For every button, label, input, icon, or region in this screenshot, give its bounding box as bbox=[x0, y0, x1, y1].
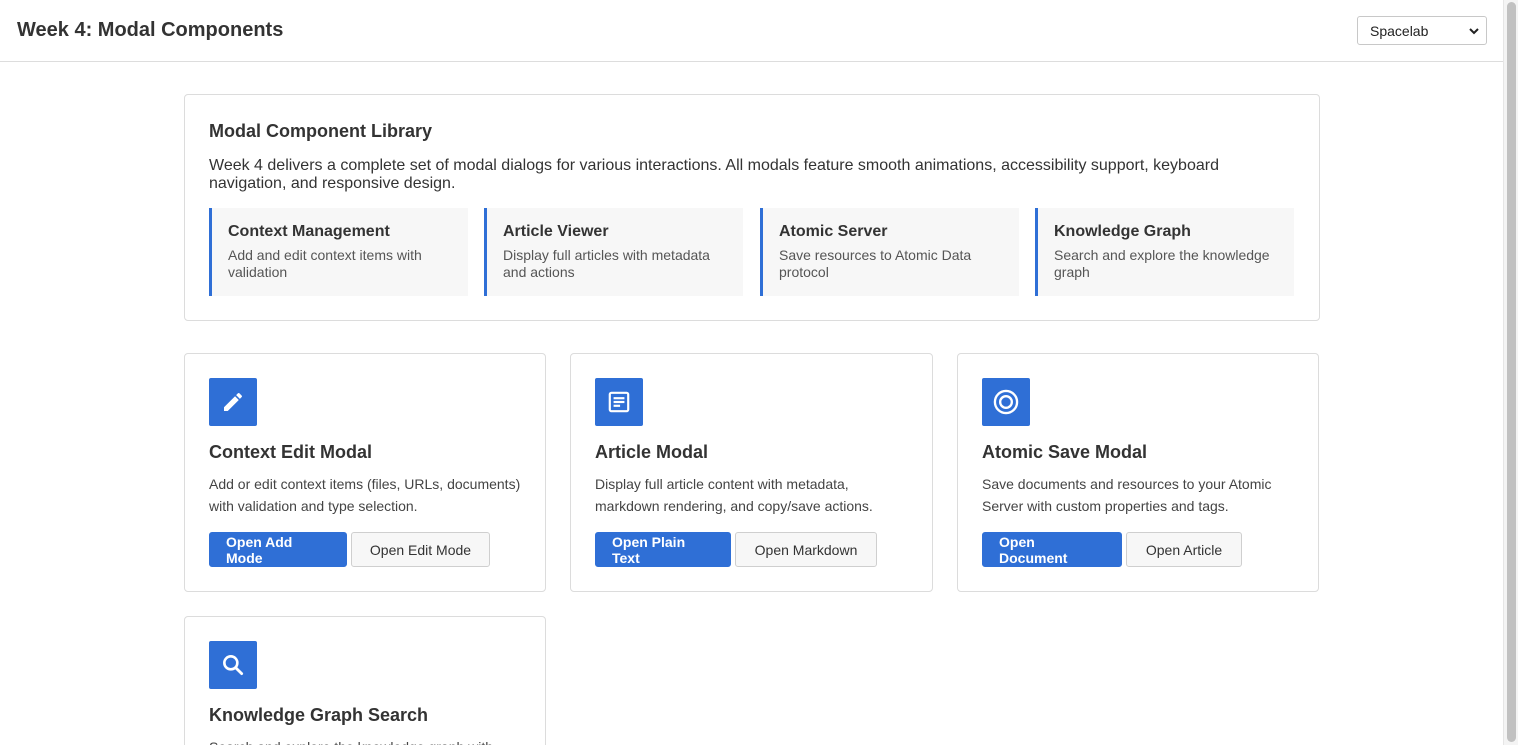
card-description: Save documents and resources to your Ato… bbox=[982, 476, 1272, 514]
feature-title: Atomic Server bbox=[779, 223, 888, 240]
card-title: Atomic Save Modal bbox=[982, 442, 1148, 462]
open-plain-text-button[interactable]: Open Plain Text bbox=[595, 532, 731, 567]
card-description: Add or edit context items (files, URLs, … bbox=[209, 476, 521, 514]
feature-article-viewer: Article Viewer Display full articles wit… bbox=[484, 208, 743, 296]
library-description: Week 4 delivers a complete set of modal … bbox=[209, 157, 1219, 192]
article-icon bbox=[595, 378, 643, 426]
open-add-mode-button[interactable]: Open Add Mode bbox=[209, 532, 347, 567]
feature-desc: Display full articles with metadata and … bbox=[503, 247, 710, 280]
card-context-edit-modal: Context Edit Modal Add or edit context i… bbox=[184, 353, 546, 592]
open-document-button[interactable]: Open Document bbox=[982, 532, 1122, 567]
feature-knowledge-graph: Knowledge Graph Search and explore the k… bbox=[1035, 208, 1294, 296]
theme-select[interactable]: Spacelab bbox=[1357, 16, 1487, 45]
top-bar: Week 4: Modal Components Spacelab bbox=[0, 0, 1503, 62]
card-article-modal: Article Modal Display full article conte… bbox=[570, 353, 933, 592]
card-atomic-save-modal: Atomic Save Modal Save documents and res… bbox=[957, 353, 1319, 592]
scrollbar-thumb[interactable] bbox=[1507, 2, 1516, 742]
feature-desc: Add and edit context items with validati… bbox=[228, 247, 422, 280]
theme-select-value: Spacelab bbox=[1370, 22, 1429, 39]
pencil-icon bbox=[209, 378, 257, 426]
card-title: Knowledge Graph Search bbox=[209, 705, 429, 725]
card-description: Display full article content with metada… bbox=[595, 476, 873, 514]
library-panel: Modal Component Library Week 4 delivers … bbox=[184, 94, 1320, 321]
feature-context-management: Context Management Add and edit context … bbox=[209, 208, 468, 296]
card-knowledge-graph-search: Knowledge Graph Search Search and explor… bbox=[184, 616, 546, 745]
open-markdown-button[interactable]: Open Markdown bbox=[735, 532, 877, 567]
open-article-button[interactable]: Open Article bbox=[1126, 532, 1242, 567]
feature-atomic-server: Atomic Server Save resources to Atomic D… bbox=[760, 208, 1019, 296]
page-title: Week 4: Modal Components bbox=[17, 19, 284, 41]
feature-title: Article Viewer bbox=[503, 223, 609, 240]
feature-title: Knowledge Graph bbox=[1054, 223, 1191, 240]
atomic-ring-icon bbox=[982, 378, 1030, 426]
library-title: Modal Component Library bbox=[209, 121, 433, 141]
feature-desc: Save resources to Atomic Data protocol bbox=[779, 247, 972, 280]
card-title: Context Edit Modal bbox=[209, 442, 372, 462]
card-description: Search and explore the knowledge graph w… bbox=[209, 736, 529, 745]
feature-title: Context Management bbox=[228, 223, 390, 240]
card-title: Article Modal bbox=[595, 442, 709, 462]
page-scrollbar[interactable] bbox=[1503, 0, 1518, 745]
chevron-down-icon bbox=[1469, 28, 1479, 35]
open-edit-mode-button[interactable]: Open Edit Mode bbox=[351, 532, 490, 567]
search-icon bbox=[209, 641, 257, 689]
feature-desc: Search and explore the knowledge graph bbox=[1054, 247, 1270, 280]
